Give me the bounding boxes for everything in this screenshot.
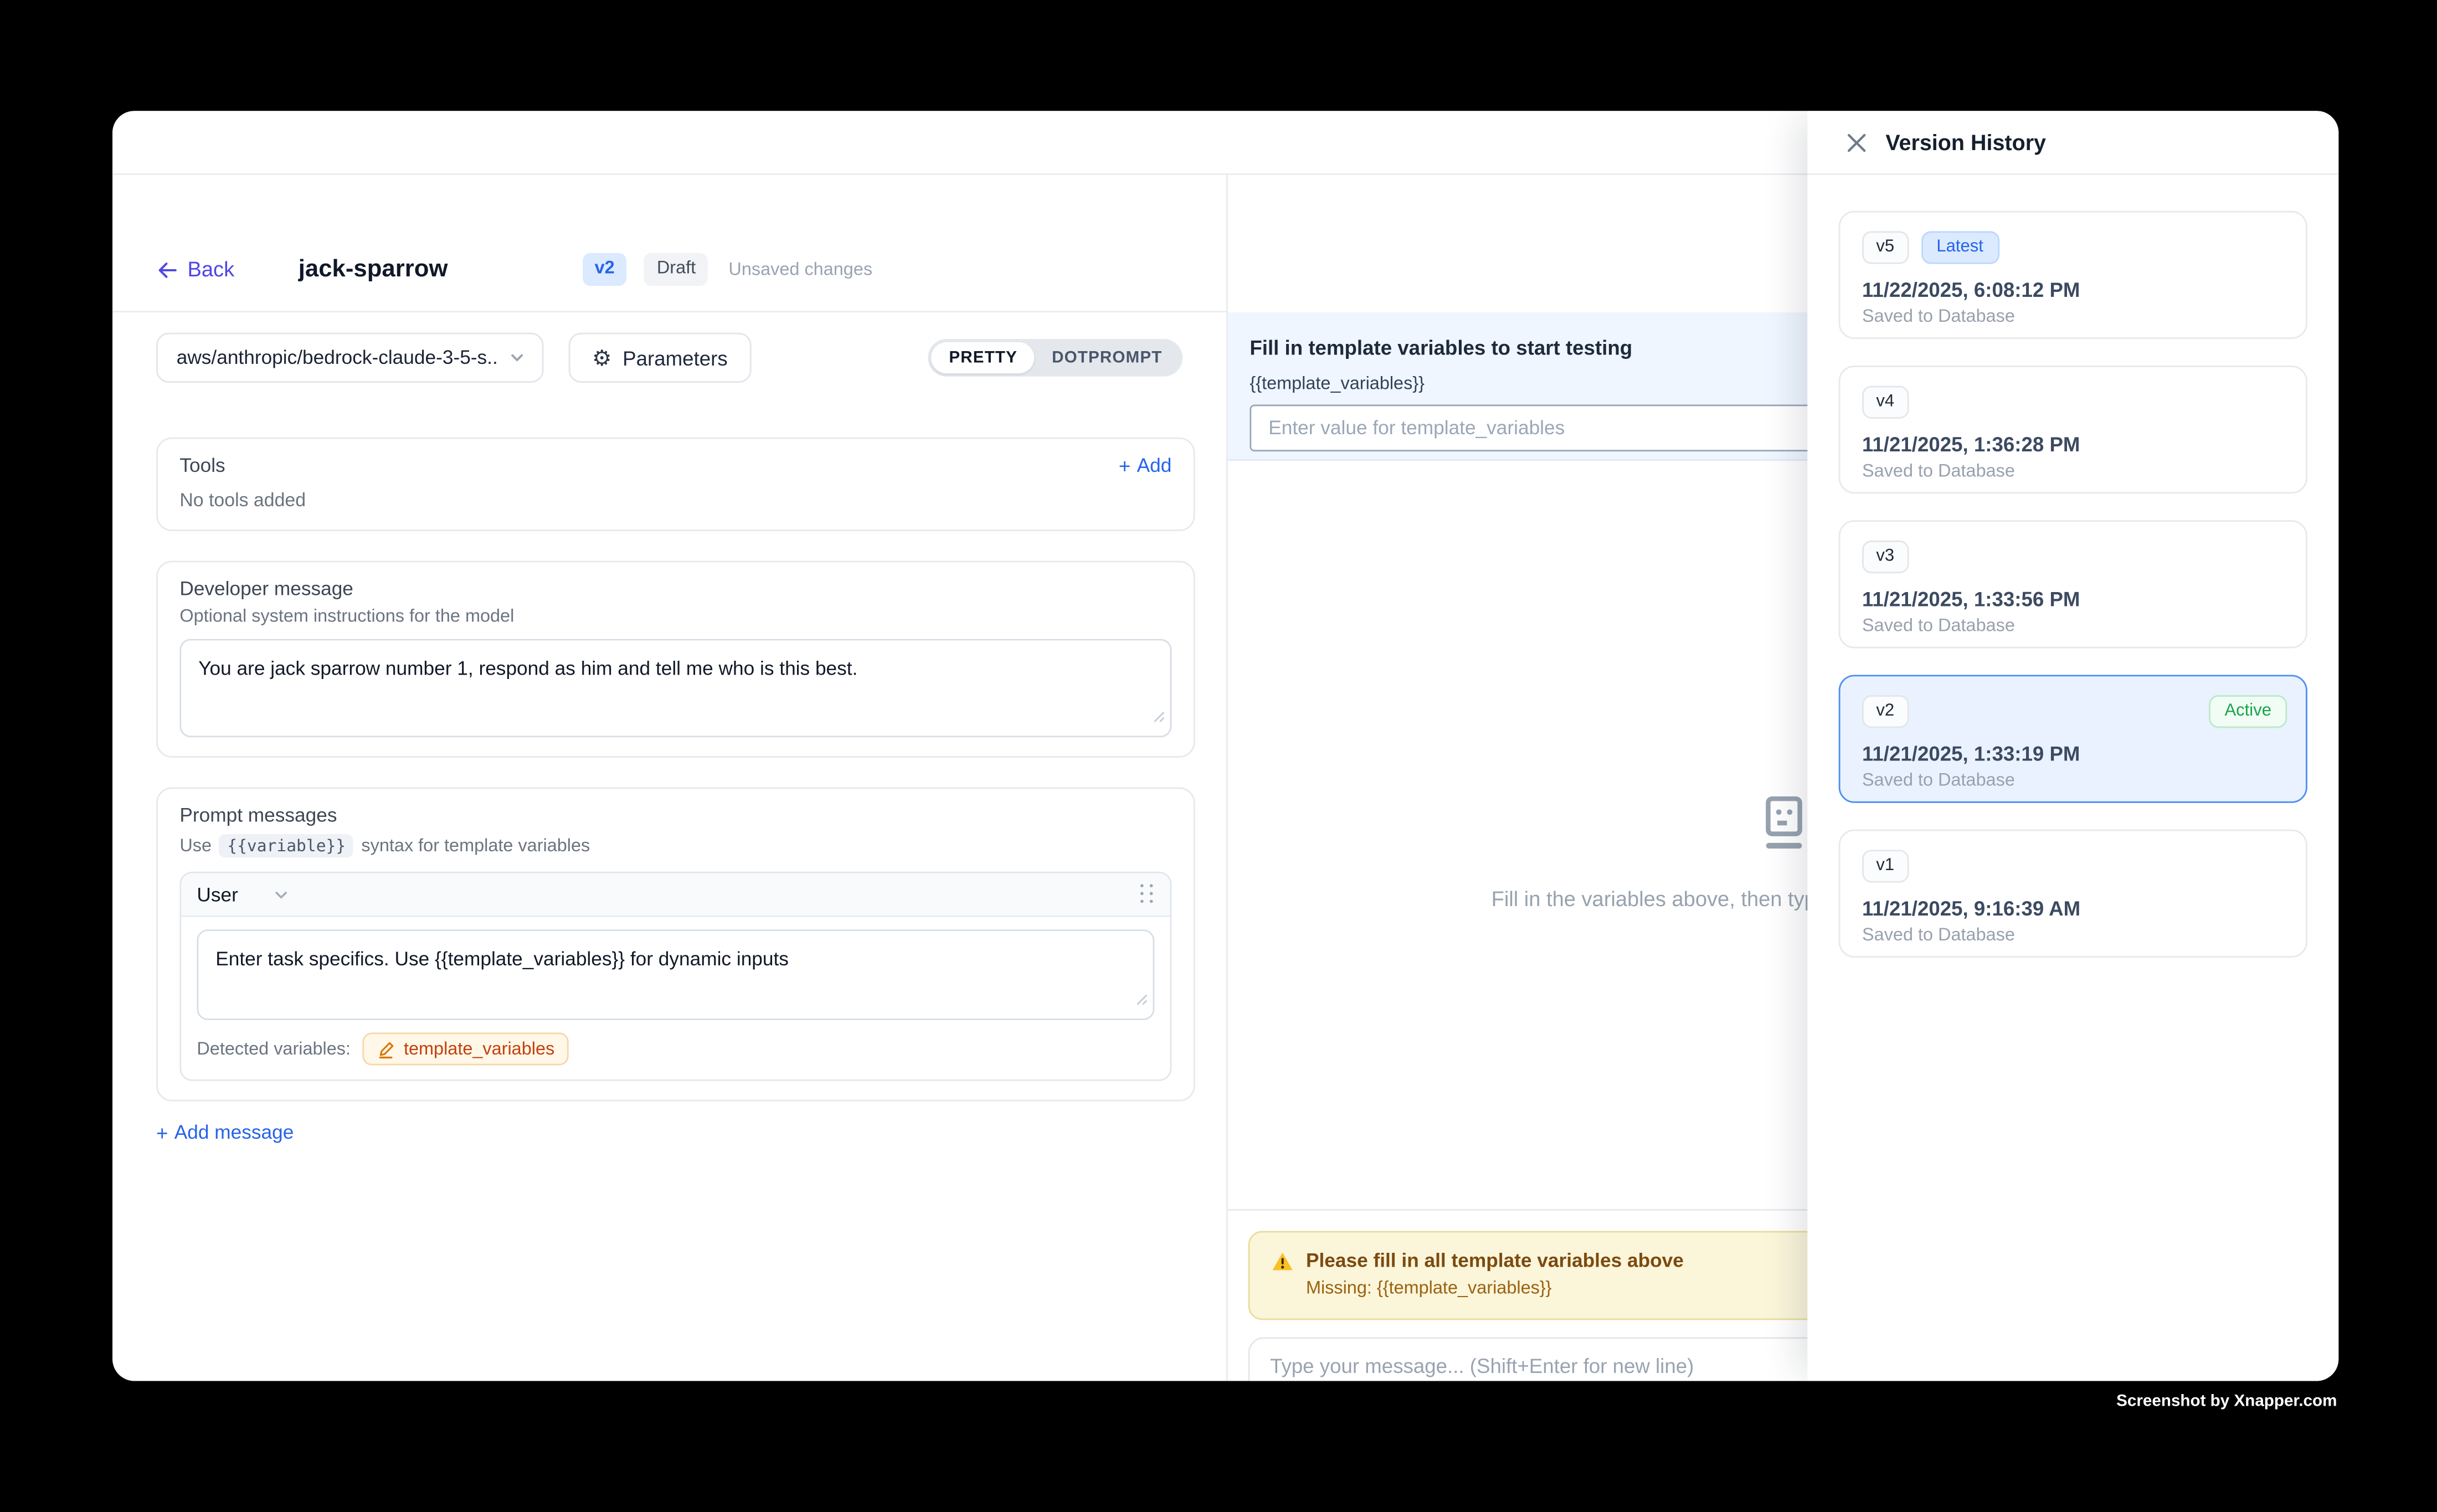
detected-variable-name: template_variables [404,1040,554,1058]
detected-variables-label: Detected variables: [197,1040,351,1058]
role-select[interactable]: User [197,883,291,905]
version-history-header: Version History [1807,111,2338,175]
version-id-badge: v3 [1862,541,1909,573]
version-id-badge: v2 [1862,695,1909,728]
hint-prefix: Use [179,836,212,855]
add-tool-button[interactable]: + Add [1119,455,1171,476]
chevron-down-icon [273,885,291,904]
tools-card: Tools + Add No tools added [156,438,1195,531]
robot-icon [1754,792,1813,855]
version-card-v1[interactable]: v1 11/21/2025, 9:16:39 AM Saved to Datab… [1839,830,2307,958]
version-badge: v2 [582,253,627,286]
version-card-v3[interactable]: v3 11/21/2025, 1:33:56 PM Saved to Datab… [1839,520,2307,648]
version-id-badge: v4 [1862,386,1909,419]
prompt-messages-label: Prompt messages [179,805,1171,826]
model-toolbar: aws/anthropic/bedrock-claude-3-5-s... ⚙ … [112,333,1226,383]
role-select-value: User [197,883,238,905]
plus-icon: + [1119,455,1130,476]
resize-grip-icon[interactable] [1153,703,1166,731]
screenshot-stage: Back jack-sparrow v2 Draft Unsaved chang… [0,0,2437,1512]
version-card-v2[interactable]: v2 Active 11/21/2025, 1:33:19 PM Saved t… [1839,675,2307,803]
header-badges: v2 Draft Unsaved changes [582,253,872,286]
version-card-v5[interactable]: v5 Latest 11/22/2025, 6:08:12 PM Saved t… [1839,211,2307,339]
prompt-message-header: User [181,873,1170,917]
unsaved-changes-label: Unsaved changes [728,260,872,279]
syntax-hint: Use {{variable}} syntax for template var… [179,834,1171,857]
version-card-v4[interactable]: v4 11/21/2025, 1:36:28 PM Saved to Datab… [1839,366,2307,493]
version-storage: Saved to Database [1862,617,2284,636]
detected-variables-row: Detected variables: template_variables [197,1032,1154,1065]
version-timestamp: 11/21/2025, 1:33:56 PM [1862,588,2284,611]
version-storage: Saved to Database [1862,308,2284,327]
add-message-button[interactable]: + Add message [156,1122,1194,1143]
version-list: v5 Latest 11/22/2025, 6:08:12 PM Saved t… [1807,175,2338,958]
version-history-title: Version History [1885,130,2046,155]
prompt-message-text: Enter task specifics. Use {{template_var… [215,948,789,970]
resize-grip-icon[interactable] [1136,985,1149,1014]
version-timestamp: 11/21/2025, 1:36:28 PM [1862,433,2284,456]
active-badge: Active [2209,695,2287,728]
developer-message-sublabel: Optional system instructions for the mod… [179,608,1171,626]
developer-message-text: You are jack sparrow number 1, respond a… [198,657,857,679]
latest-badge: Latest [1921,231,1999,264]
add-message-label: Add message [174,1122,294,1143]
close-icon[interactable] [1845,131,1868,154]
model-select-value: aws/anthropic/bedrock-claude-3-5-s... [177,347,498,368]
plus-icon: + [156,1123,168,1143]
watermark-label: Screenshot by Xnapper.com [2116,1392,2337,1411]
tools-label: Tools [179,455,225,476]
back-label: Back [187,258,234,281]
developer-message-card: Developer message Optional system instru… [156,561,1195,758]
parameters-button[interactable]: ⚙ Parameters [569,333,751,383]
back-arrow-icon [156,259,178,280]
draft-status-badge: Draft [644,253,708,286]
version-storage: Saved to Database [1862,462,2284,481]
app-window: Back jack-sparrow v2 Draft Unsaved chang… [112,111,2338,1381]
prompt-message-textarea[interactable]: Enter task specifics. Use {{template_var… [197,929,1154,1020]
prompt-message-block: User [179,872,1171,1081]
drag-handle-icon[interactable] [1140,884,1154,904]
parameters-label: Parameters [623,346,728,369]
version-storage: Saved to Database [1862,772,2284,790]
add-tool-label: Add [1137,455,1172,476]
view-mode-toggle: PRETTY DOTPROMPT [929,339,1182,377]
pencil-icon [377,1040,396,1058]
version-timestamp: 11/21/2025, 9:16:39 AM [1862,897,2284,920]
prompt-message-body: Enter task specifics. Use {{template_var… [181,917,1170,1079]
version-storage: Saved to Database [1862,927,2284,945]
chevron-down-icon [508,348,527,367]
version-timestamp: 11/22/2025, 6:08:12 PM [1862,278,2284,301]
warning-icon [1272,1251,1293,1271]
model-select[interactable]: aws/anthropic/bedrock-claude-3-5-s... [156,333,543,383]
developer-message-textarea[interactable]: You are jack sparrow number 1, respond a… [179,639,1171,738]
editor-scroll-area: Tools + Add No tools added Developer mes… [112,383,1226,1144]
version-timestamp: 11/21/2025, 1:33:19 PM [1862,742,2284,765]
prompt-editor-panel: Back jack-sparrow v2 Draft Unsaved chang… [112,175,1228,1381]
page-header: Back jack-sparrow v2 Draft Unsaved chang… [112,175,1226,312]
version-history-panel: Version History v5 Latest 11/22/2025, 6:… [1807,111,2338,1381]
variable-code-chip: {{variable}} [219,834,353,857]
gear-icon: ⚙ [592,347,611,368]
tools-empty-text: No tools added [179,489,1171,511]
toggle-option-dotprompt[interactable]: DOTPROMPT [1035,342,1179,373]
developer-message-label: Developer message [179,578,1171,600]
page-title: jack-sparrow [299,255,448,284]
toggle-option-pretty[interactable]: PRETTY [932,342,1035,373]
detected-variable-chip[interactable]: template_variables [363,1032,569,1065]
version-id-badge: v1 [1862,850,1909,882]
prompt-messages-card: Prompt messages Use {{variable}} syntax … [156,788,1195,1102]
version-id-badge: v5 [1862,231,1909,264]
warning-title: Please fill in all template variables ab… [1306,1249,1684,1271]
back-button[interactable]: Back [156,258,234,281]
hint-suffix: syntax for template variables [361,836,590,855]
